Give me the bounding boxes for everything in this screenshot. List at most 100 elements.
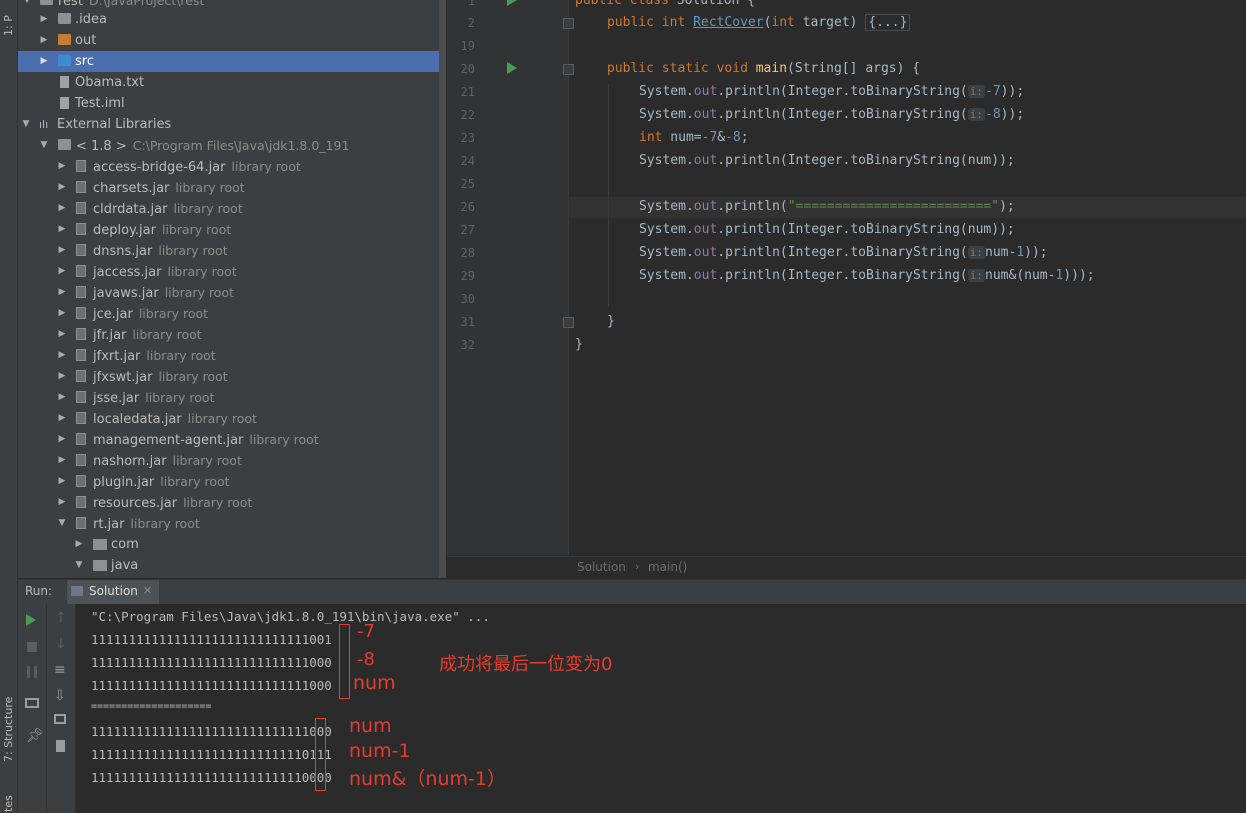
tree-item-package[interactable]: ▶ com xyxy=(18,534,446,555)
favorites-tool-tab[interactable]: tes xyxy=(2,790,15,812)
tree-item-jar[interactable]: ▶ deploy.jar library root xyxy=(18,219,446,240)
tree-item-jar[interactable]: ▶ jaccess.jar library root xyxy=(18,261,446,282)
tree-item-jar[interactable]: ▶ javaws.jar library root xyxy=(18,282,446,303)
code-line-32[interactable]: } xyxy=(575,337,583,352)
code-line-2[interactable]: public int RectCover(int target) {...} xyxy=(607,14,911,31)
project-tool-tab[interactable]: 1: P xyxy=(2,2,15,36)
chevron-down-icon[interactable]: ▼ xyxy=(21,114,31,135)
chevron-right-icon[interactable]: ▶ xyxy=(57,429,67,450)
soft-wrap-icon[interactable]: ≡ xyxy=(54,662,68,678)
tree-item-jar[interactable]: ▶ dnsns.jar library root xyxy=(18,240,446,261)
pause-icon[interactable] xyxy=(27,666,37,678)
code-line-23[interactable]: int num=-7&-8; xyxy=(639,130,749,145)
tree-item-package[interactable]: ▼ java xyxy=(18,555,446,576)
chevron-right-icon[interactable]: ▶ xyxy=(57,240,67,261)
chevron-right-icon[interactable]: ▶ xyxy=(57,261,67,282)
tree-item-jar[interactable]: ▶ access-bridge-64.jar library root xyxy=(18,156,446,177)
tree-item-test-iml[interactable]: Test.iml xyxy=(18,93,446,114)
scroll-to-end-icon[interactable]: ⇩ xyxy=(54,688,68,704)
stop-icon[interactable] xyxy=(27,642,37,652)
tree-item-jar[interactable]: ▶ jfxswt.jar library root xyxy=(18,366,446,387)
chevron-right-icon[interactable]: ▶ xyxy=(57,366,67,387)
breadcrumb-class[interactable]: Solution xyxy=(577,560,626,574)
chevron-down-icon[interactable]: ▼ xyxy=(57,513,67,534)
breadcrumb-separator-icon: › xyxy=(635,560,640,573)
code-line-26[interactable]: System.out.println("====================… xyxy=(639,199,1015,214)
chevron-right-icon[interactable]: ▶ xyxy=(39,51,49,72)
annotation-num-minus-1: num-1 xyxy=(349,740,411,762)
chevron-right-icon[interactable]: ▶ xyxy=(57,177,67,198)
code-line-20[interactable]: public static void main(String[] args) { xyxy=(607,61,920,76)
tree-item-label: jfr.jar xyxy=(93,328,127,343)
jar-icon xyxy=(76,349,86,361)
fold-marker-icon[interactable] xyxy=(563,317,574,328)
chevron-right-icon[interactable]: ▶ xyxy=(57,450,67,471)
arrow-up-icon[interactable]: ↑ xyxy=(55,610,69,626)
tree-item-idea[interactable]: ▶ .idea xyxy=(18,9,446,30)
tree-item-external-libraries[interactable]: ▼ ılı External Libraries xyxy=(18,114,446,135)
tree-item-jar[interactable]: ▶ management-agent.jar library root xyxy=(18,429,446,450)
chevron-right-icon[interactable]: ▶ xyxy=(57,198,67,219)
chevron-right-icon[interactable]: ▶ xyxy=(57,282,67,303)
tree-item-jar[interactable]: ▶ cldrdata.jar library root xyxy=(18,198,446,219)
chevron-right-icon[interactable]: ▶ xyxy=(57,408,67,429)
structure-tool-tab[interactable]: 7: Structure xyxy=(2,696,15,762)
code-line-1[interactable]: public class Solution { xyxy=(575,0,755,8)
print-icon[interactable] xyxy=(54,714,66,724)
chevron-down-icon[interactable]: ▼ xyxy=(74,555,84,576)
chevron-right-icon[interactable]: ▶ xyxy=(57,219,67,240)
rerun-icon[interactable] xyxy=(26,614,36,626)
tree-item-jdk[interactable]: ▼ < 1.8 > C:\Program Files\Java\jdk1.8.0_… xyxy=(18,135,446,156)
layout-icon[interactable] xyxy=(25,698,39,708)
pin-icon[interactable]: 📌︎ xyxy=(26,728,44,744)
tree-item-jar[interactable]: ▶ jsse.jar library root xyxy=(18,387,446,408)
run-class-icon[interactable] xyxy=(507,0,517,6)
chevron-right-icon[interactable]: ▶ xyxy=(74,534,84,555)
tree-item-sub: library root xyxy=(183,495,253,510)
tree-item-jar[interactable]: ▶ jce.jar library root xyxy=(18,303,446,324)
code-line-24[interactable]: System.out.println(Integer.toBinaryStrin… xyxy=(639,153,1015,168)
fold-marker-icon[interactable] xyxy=(563,18,574,29)
chevron-right-icon[interactable]: ▶ xyxy=(39,30,49,51)
chevron-right-icon[interactable]: ▶ xyxy=(57,387,67,408)
jar-icon xyxy=(76,202,86,214)
code-line-31[interactable]: } xyxy=(607,314,615,329)
tree-item-jar[interactable]: ▶ resources.jar library root xyxy=(18,492,446,513)
breadcrumb-method[interactable]: main() xyxy=(648,560,687,574)
code-line-21[interactable]: System.out.println(Integer.toBinaryStrin… xyxy=(639,84,1024,99)
code-line-22[interactable]: System.out.println(Integer.toBinaryStrin… xyxy=(639,107,1024,122)
tree-item-src[interactable]: ▶ src xyxy=(18,51,446,72)
tree-item-jar[interactable]: ▶ jfr.jar library root xyxy=(18,324,446,345)
tree-item-label: < 1.8 > xyxy=(76,139,127,154)
code-line-28[interactable]: System.out.println(Integer.toBinaryStrin… xyxy=(639,245,1048,260)
arrow-down-icon[interactable]: ↓ xyxy=(55,636,69,652)
code-line-29[interactable]: System.out.println(Integer.toBinaryStrin… xyxy=(639,268,1095,283)
tree-item-jar[interactable]: ▶ plugin.jar library root xyxy=(18,471,446,492)
chevron-right-icon[interactable]: ▶ xyxy=(57,345,67,366)
tree-item-jar[interactable]: ▶ charsets.jar library root xyxy=(18,177,446,198)
tree-item-jar[interactable]: ▶ jfxrt.jar library root xyxy=(18,345,446,366)
chevron-down-icon[interactable]: ▼ xyxy=(39,135,49,156)
chevron-right-icon[interactable]: ▶ xyxy=(57,492,67,513)
code-line-27[interactable]: System.out.println(Integer.toBinaryStrin… xyxy=(639,222,1015,237)
fold-marker-icon[interactable] xyxy=(563,64,574,75)
tree-item-jar[interactable]: ▼ rt.jar library root xyxy=(18,513,446,534)
tree-item-out[interactable]: ▶ out xyxy=(18,30,446,51)
chevron-right-icon[interactable]: ▶ xyxy=(57,324,67,345)
chevron-right-icon[interactable]: ▶ xyxy=(57,156,67,177)
tree-item-jar[interactable]: ▶ localedata.jar library root xyxy=(18,408,446,429)
trash-icon[interactable] xyxy=(56,740,65,752)
chevron-right-icon[interactable]: ▶ xyxy=(57,471,67,492)
run-main-icon[interactable] xyxy=(507,62,517,74)
tree-item-jar[interactable]: ▶ nashorn.jar library root xyxy=(18,450,446,471)
project-scrollbar[interactable] xyxy=(439,0,446,578)
folded-code-block[interactable]: {...} xyxy=(865,14,911,31)
jar-icon xyxy=(76,412,86,424)
jar-icon xyxy=(76,454,86,466)
chevron-right-icon[interactable]: ▶ xyxy=(39,9,49,30)
tree-item-obama-txt[interactable]: Obama.txt xyxy=(18,72,446,93)
run-tab-solution[interactable]: Solution ✕ xyxy=(67,580,159,604)
tree-item-label: dnsns.jar xyxy=(93,244,153,259)
close-icon[interactable]: ✕ xyxy=(143,584,152,597)
chevron-right-icon[interactable]: ▶ xyxy=(57,303,67,324)
